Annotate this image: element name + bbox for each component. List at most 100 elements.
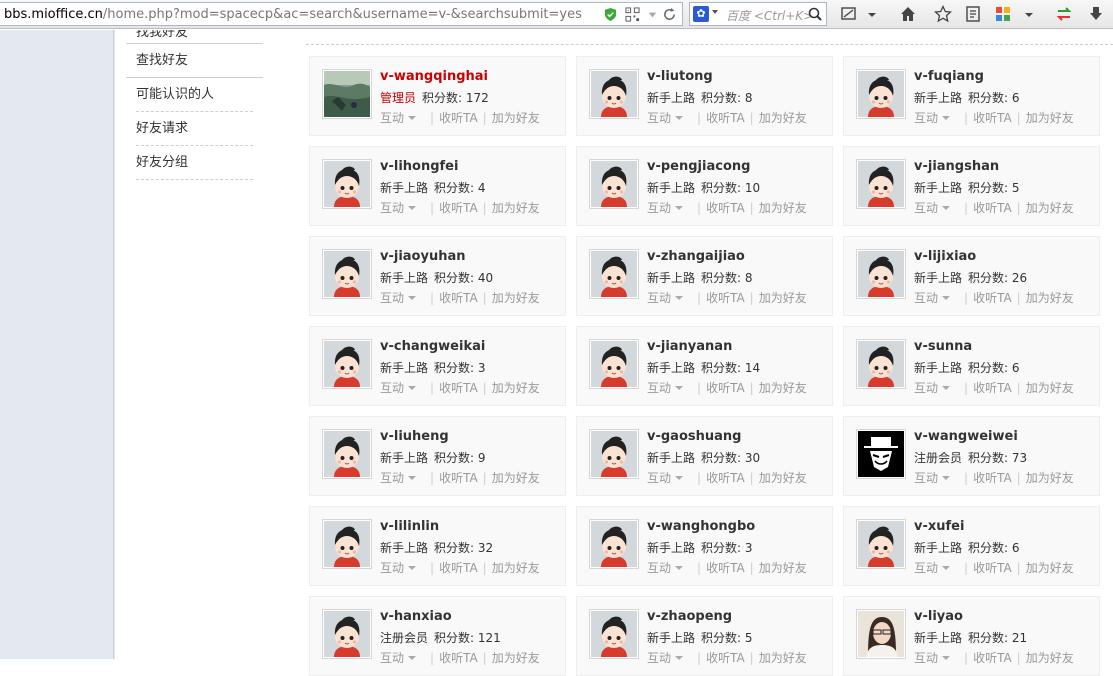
- url-text[interactable]: bbs.mioffice.cn/home.php?mod=spacecp&ac=…: [4, 7, 582, 22]
- user-group[interactable]: 新手上路: [914, 631, 962, 645]
- avatar[interactable]: [856, 519, 906, 569]
- avatar[interactable]: [856, 429, 906, 479]
- screenshot-icon[interactable]: [840, 5, 858, 23]
- username-link[interactable]: v-gaoshuang: [647, 429, 741, 444]
- username-link[interactable]: v-fuqiang: [914, 69, 984, 84]
- interact-menu[interactable]: 互动: [914, 651, 951, 665]
- engine-dropdown-icon[interactable]: [712, 10, 718, 14]
- follow-link[interactable]: 收听TA: [973, 471, 1012, 485]
- search-placeholder[interactable]: 百度 <Ctrl+K>: [726, 7, 813, 24]
- follow-link[interactable]: 收听TA: [973, 651, 1012, 665]
- follow-link[interactable]: 收听TA: [439, 381, 478, 395]
- follow-link[interactable]: 收听TA: [706, 381, 745, 395]
- username-link[interactable]: v-zhangaijiao: [647, 249, 745, 264]
- user-group[interactable]: 新手上路: [647, 271, 695, 285]
- interact-menu[interactable]: 互动: [647, 291, 684, 305]
- add-friend-link[interactable]: 加为好友: [1026, 201, 1074, 215]
- dropdown-icon[interactable]: [1024, 5, 1034, 23]
- avatar[interactable]: [589, 429, 639, 479]
- avatar[interactable]: [322, 609, 372, 659]
- add-friend-link[interactable]: 加为好友: [492, 201, 540, 215]
- avatar[interactable]: [322, 249, 372, 299]
- interact-menu[interactable]: 互动: [647, 651, 684, 665]
- username-link[interactable]: v-wangqinghai: [380, 69, 488, 84]
- add-friend-link[interactable]: 加为好友: [492, 111, 540, 125]
- follow-link[interactable]: 收听TA: [706, 291, 745, 305]
- interact-menu[interactable]: 互动: [647, 381, 684, 395]
- username-link[interactable]: v-hanxiao: [380, 609, 452, 624]
- avatar[interactable]: [322, 339, 372, 389]
- follow-link[interactable]: 收听TA: [439, 651, 478, 665]
- home-icon[interactable]: [899, 5, 917, 23]
- interact-menu[interactable]: 互动: [647, 201, 684, 215]
- user-group[interactable]: 注册会员: [914, 451, 962, 465]
- username-link[interactable]: v-liutong: [647, 69, 713, 84]
- username-link[interactable]: v-wangweiwei: [914, 429, 1018, 444]
- avatar[interactable]: [856, 249, 906, 299]
- sync-icon[interactable]: [1055, 5, 1073, 23]
- reader-icon[interactable]: [964, 5, 982, 23]
- user-group[interactable]: 新手上路: [380, 541, 428, 555]
- star-icon[interactable]: [934, 5, 952, 23]
- add-friend-link[interactable]: 加为好友: [492, 381, 540, 395]
- user-group[interactable]: 新手上路: [647, 541, 695, 555]
- follow-link[interactable]: 收听TA: [973, 201, 1012, 215]
- user-group[interactable]: 新手上路: [647, 631, 695, 645]
- avatar[interactable]: [856, 609, 906, 659]
- user-group[interactable]: 新手上路: [647, 181, 695, 195]
- username-link[interactable]: v-lihongfei: [380, 159, 458, 174]
- sidebar-item-friend-requests[interactable]: 好友请求: [136, 112, 253, 146]
- dropdown-icon[interactable]: [867, 5, 877, 23]
- add-friend-link[interactable]: 加为好友: [1026, 471, 1074, 485]
- follow-link[interactable]: 收听TA: [439, 291, 478, 305]
- user-group[interactable]: 新手上路: [647, 361, 695, 375]
- follow-link[interactable]: 收听TA: [439, 201, 478, 215]
- interact-menu[interactable]: 互动: [914, 471, 951, 485]
- add-friend-link[interactable]: 加为好友: [759, 651, 807, 665]
- add-friend-link[interactable]: 加为好友: [759, 291, 807, 305]
- username-link[interactable]: v-xufei: [914, 519, 964, 534]
- avatar[interactable]: [856, 159, 906, 209]
- add-friend-link[interactable]: 加为好友: [1026, 651, 1074, 665]
- interact-menu[interactable]: 互动: [647, 561, 684, 575]
- interact-menu[interactable]: 互动: [380, 381, 417, 395]
- username-link[interactable]: v-pengjiacong: [647, 159, 750, 174]
- avatar[interactable]: [322, 69, 372, 119]
- username-link[interactable]: v-jianyanan: [647, 339, 732, 354]
- sidebar-item-find-friends[interactable]: 查找好友: [126, 44, 263, 78]
- user-group[interactable]: 新手上路: [914, 541, 962, 555]
- qr-icon[interactable]: [625, 7, 640, 22]
- follow-link[interactable]: 收听TA: [706, 471, 745, 485]
- add-friend-link[interactable]: 加为好友: [1026, 111, 1074, 125]
- add-friend-link[interactable]: 加为好友: [759, 111, 807, 125]
- avatar[interactable]: [322, 159, 372, 209]
- avatar[interactable]: [589, 339, 639, 389]
- user-group[interactable]: 新手上路: [914, 271, 962, 285]
- paw-icon[interactable]: ✿: [693, 6, 709, 22]
- avatar[interactable]: [589, 609, 639, 659]
- follow-link[interactable]: 收听TA: [439, 471, 478, 485]
- username-link[interactable]: v-wanghongbo: [647, 519, 755, 534]
- user-group[interactable]: 新手上路: [914, 91, 962, 105]
- avatar[interactable]: [589, 159, 639, 209]
- user-group[interactable]: 新手上路: [380, 451, 428, 465]
- avatar[interactable]: [322, 429, 372, 479]
- user-group[interactable]: 新手上路: [647, 451, 695, 465]
- username-link[interactable]: v-lilinlin: [380, 519, 439, 534]
- username-link[interactable]: v-changweikai: [380, 339, 485, 354]
- follow-link[interactable]: 收听TA: [973, 561, 1012, 575]
- user-group[interactable]: 新手上路: [380, 271, 428, 285]
- avatar[interactable]: [589, 249, 639, 299]
- interact-menu[interactable]: 互动: [380, 471, 417, 485]
- add-friend-link[interactable]: 加为好友: [1026, 381, 1074, 395]
- username-link[interactable]: v-jiangshan: [914, 159, 999, 174]
- user-group[interactable]: 新手上路: [380, 181, 428, 195]
- interact-menu[interactable]: 互动: [647, 471, 684, 485]
- sidebar-item-friend-groups[interactable]: 好友分组: [136, 146, 253, 180]
- add-friend-link[interactable]: 加为好友: [1026, 561, 1074, 575]
- avatar[interactable]: [856, 339, 906, 389]
- sidebar-item-maybe-know[interactable]: 可能认识的人: [136, 78, 253, 112]
- sidebar-item-cut[interactable]: 找我好友: [126, 30, 263, 44]
- add-friend-link[interactable]: 加为好友: [759, 561, 807, 575]
- user-group[interactable]: 新手上路: [914, 181, 962, 195]
